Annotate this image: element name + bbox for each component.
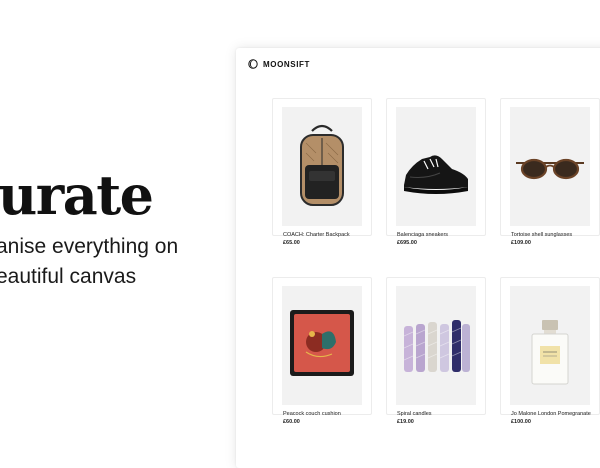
product-name: Peacock couch cushion [283, 411, 341, 417]
product-price: £60.00 [283, 419, 300, 425]
hero-subtitle-line-1: anise everything on [0, 235, 179, 258]
hero-subtitle: anise everything on eautiful canvas [0, 232, 178, 292]
product-card[interactable]: Spiral candles £19.00 [386, 277, 486, 425]
brand-name: MOONSIFT [263, 59, 311, 69]
product-name: Spiral candles [397, 411, 432, 417]
product-name: COACH: Charter Backpack [283, 232, 350, 238]
candles-image [396, 286, 476, 405]
product-price: £65.00 [283, 240, 300, 246]
product-price: £19.00 [397, 419, 414, 425]
hero-subtitle-line-2: eautiful canvas [0, 265, 137, 288]
product-price: £109.00 [511, 240, 531, 246]
sunglasses-image [510, 107, 590, 226]
product-card[interactable]: Jo Malone London Pomegranate £100.00 [500, 277, 600, 425]
product-name: Tortoise shell sunglasses [511, 232, 573, 238]
hero-title: urate [0, 163, 154, 227]
product-name: Jo Malone London Pomegranate [511, 411, 591, 417]
product-card[interactable]: Tortoise shell sunglasses £109.00 [500, 98, 600, 246]
product-card[interactable]: Peacock couch cushion £60.00 [272, 277, 372, 425]
moon-icon [248, 59, 258, 69]
product-card[interactable]: COACH: Charter Backpack £65.00 [272, 98, 372, 246]
sneaker-image [396, 107, 476, 226]
product-card[interactable]: Balenciaga sneakers £695.00 [386, 98, 486, 246]
cushion-image [282, 286, 362, 405]
product-price: £100.00 [511, 419, 531, 425]
product-name: Balenciaga sneakers [397, 232, 449, 238]
brand[interactable]: MOONSIFT [248, 57, 310, 71]
app-window: MOONSIFT COACH: Charter Backpack £65.00 [236, 48, 600, 468]
perfume-image [510, 286, 590, 405]
product-price: £695.00 [397, 240, 417, 246]
backpack-image [282, 107, 362, 226]
